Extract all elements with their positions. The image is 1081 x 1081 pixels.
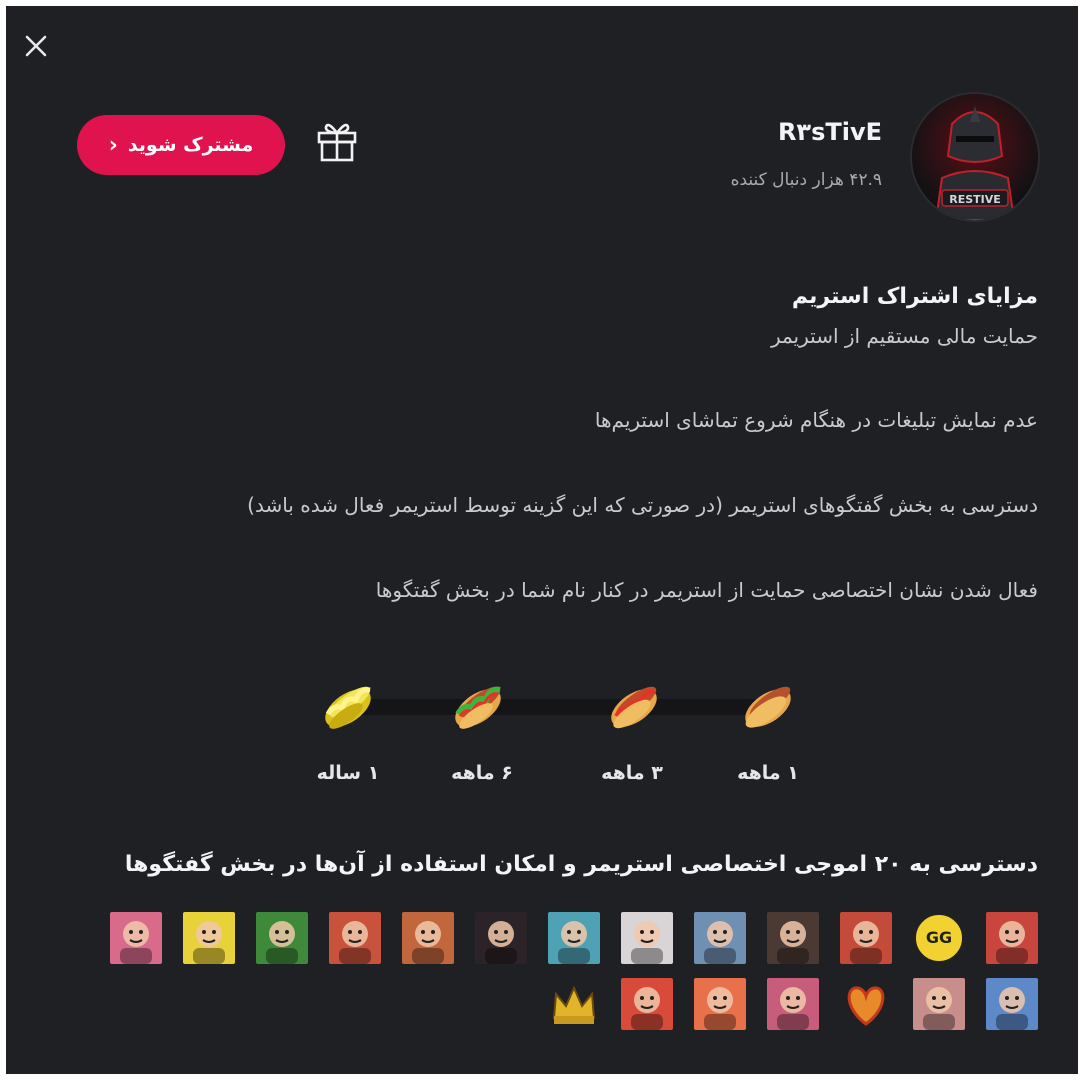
emotes-title: دسترسی به ۲۰ اموجی اختصاصی استریمر و امک… xyxy=(124,852,1038,877)
benefits-title: مزایای اشتراک استریم xyxy=(791,284,1038,309)
tier-progress-track xyxy=(356,699,776,715)
knight-avatar-icon: RESTIVE xyxy=(912,94,1038,220)
channel-name[interactable]: R۳sTivE xyxy=(778,118,882,146)
emote-17[interactable] xyxy=(767,978,819,1030)
emote-20[interactable] xyxy=(548,978,600,1030)
emote-4[interactable] xyxy=(767,912,819,964)
emote-5[interactable] xyxy=(694,912,746,964)
benefit-item: حمایت مالی مستقیم از استریمر xyxy=(770,324,1038,348)
emote-10[interactable] xyxy=(329,912,381,964)
tier-label-1-year: ۱ ساله xyxy=(316,762,380,784)
emote-1[interactable] xyxy=(986,912,1038,964)
subscribe-button[interactable]: مشترک شوید ‹ xyxy=(77,115,285,175)
emote-14[interactable] xyxy=(986,978,1038,1030)
emote-18[interactable] xyxy=(694,978,746,1030)
emote-12[interactable] xyxy=(183,912,235,964)
emote-19[interactable] xyxy=(621,978,673,1030)
emote-6[interactable] xyxy=(621,912,673,964)
hotdog-deluxe-icon[interactable] xyxy=(446,670,510,734)
tier-label-3-month: ۳ ماهه xyxy=(601,762,663,784)
channel-avatar[interactable]: RESTIVE xyxy=(910,92,1040,222)
gift-icon xyxy=(317,123,357,162)
svg-text:RESTIVE: RESTIVE xyxy=(949,193,1001,206)
hotdog-plain-icon[interactable] xyxy=(736,670,800,734)
subscribe-label: مشترک شوید xyxy=(127,134,254,156)
benefit-item: عدم نمایش تبلیغات در هنگام شروع تماشای ا… xyxy=(594,408,1038,432)
subscription-modal: RESTIVE R۳sTivE ۴۲.۹ هزار دنبال کننده مش… xyxy=(6,6,1078,1074)
close-button[interactable] xyxy=(20,30,52,62)
emote-15[interactable] xyxy=(913,978,965,1030)
hotdog-ketchup-icon[interactable] xyxy=(602,670,666,734)
benefit-item: دسترسی به بخش گفتگوهای استریمر (در صورتی… xyxy=(247,493,1038,517)
emote-7[interactable] xyxy=(548,912,600,964)
gg-emote-text: GG xyxy=(926,928,952,947)
follower-count: ۴۲.۹ هزار دنبال کننده xyxy=(730,170,882,190)
benefit-item: فعال شدن نشان اختصاصی حمایت از استریمر د… xyxy=(375,578,1038,602)
close-icon xyxy=(25,35,47,57)
emote-8[interactable] xyxy=(475,912,527,964)
tier-label-1-month: ۱ ماهه xyxy=(737,762,799,784)
tier-label-6-month: ۶ ماهه xyxy=(451,762,513,784)
emote-3[interactable] xyxy=(840,912,892,964)
emote-13[interactable] xyxy=(110,912,162,964)
hotdog-gold-icon[interactable] xyxy=(316,670,380,734)
emote-11[interactable] xyxy=(256,912,308,964)
gift-subscription-button[interactable] xyxy=(314,118,360,164)
emote-2[interactable]: GG xyxy=(913,912,965,964)
emote-9[interactable] xyxy=(402,912,454,964)
chevron-left-icon: ‹ xyxy=(108,132,118,158)
emote-16[interactable] xyxy=(840,978,892,1030)
